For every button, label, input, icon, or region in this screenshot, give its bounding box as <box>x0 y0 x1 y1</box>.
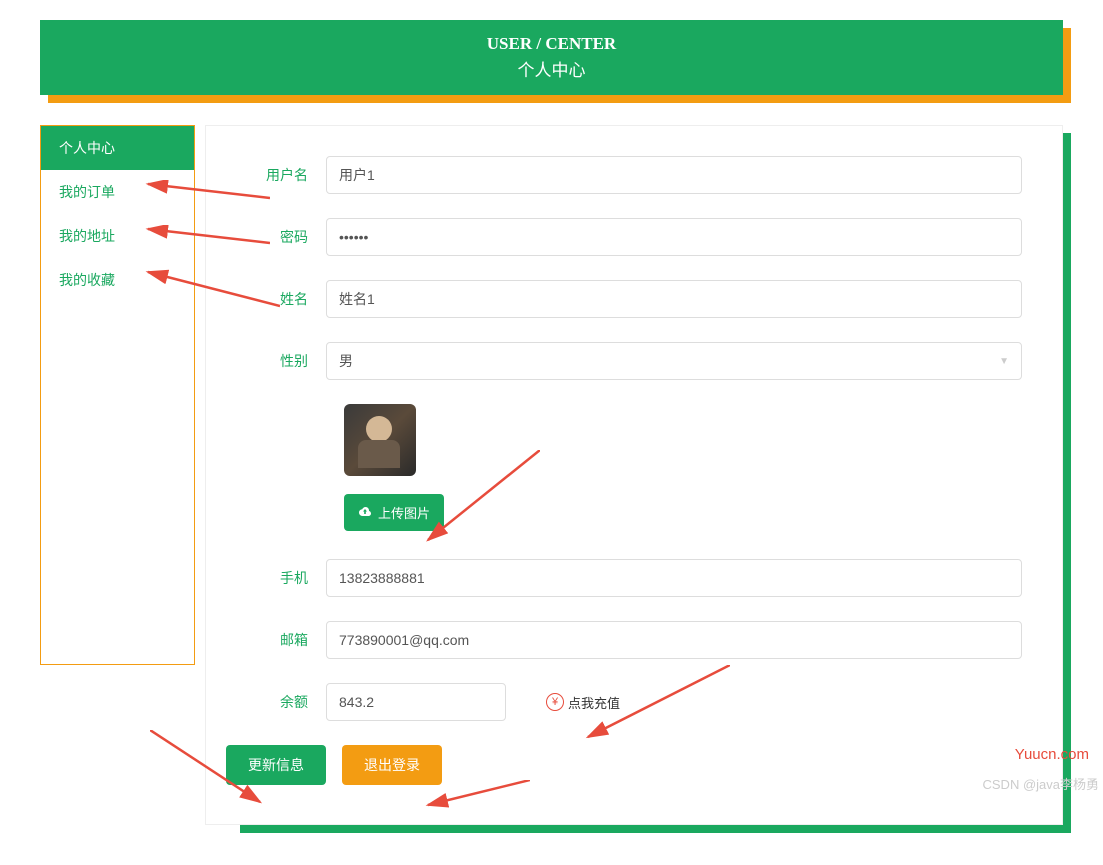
email-input[interactable] <box>326 621 1022 659</box>
phone-input[interactable] <box>326 559 1022 597</box>
sidebar-item-favorites[interactable]: 我的收藏 <box>41 258 194 302</box>
username-label: 用户名 <box>226 165 326 185</box>
avatar-image <box>344 404 416 476</box>
page-header: USER / CENTER 个人中心 <box>40 20 1063 95</box>
chevron-down-icon: ▼ <box>999 356 1009 367</box>
cloud-upload-icon <box>358 505 372 520</box>
gender-value: 男 <box>339 351 353 371</box>
header-title-en: USER / CENTER <box>40 34 1063 54</box>
sidebar-item-orders[interactable]: 我的订单 <box>41 170 194 214</box>
header-title-cn: 个人中心 <box>40 56 1063 81</box>
watermark-csdn: CSDN @java李杨勇 <box>983 774 1100 793</box>
form-panel: 用户名 密码 姓名 性别 男 ▼ <box>205 125 1063 825</box>
upload-button[interactable]: 上传图片 <box>344 494 444 531</box>
balance-input[interactable] <box>326 683 506 721</box>
watermark-site: Yuucn.com <box>1015 746 1089 763</box>
phone-label: 手机 <box>226 568 326 588</box>
logout-button[interactable]: 退出登录 <box>342 745 442 785</box>
recharge-link[interactable]: ¥ 点我充值 <box>546 693 620 712</box>
recharge-label: 点我充值 <box>568 693 620 712</box>
gender-select[interactable]: 男 ▼ <box>326 342 1022 380</box>
sidebar: 个人中心 我的订单 我的地址 我的收藏 <box>40 125 195 665</box>
gender-label: 性别 <box>226 351 326 371</box>
update-button[interactable]: 更新信息 <box>226 745 326 785</box>
name-label: 姓名 <box>226 289 326 309</box>
yen-icon: ¥ <box>546 693 564 711</box>
password-label: 密码 <box>226 227 326 247</box>
balance-label: 余额 <box>226 692 326 712</box>
name-input[interactable] <box>326 280 1022 318</box>
sidebar-item-address[interactable]: 我的地址 <box>41 214 194 258</box>
sidebar-item-profile[interactable]: 个人中心 <box>41 126 194 170</box>
upload-label: 上传图片 <box>378 503 430 522</box>
email-label: 邮箱 <box>226 630 326 650</box>
password-input[interactable] <box>326 218 1022 256</box>
username-input[interactable] <box>326 156 1022 194</box>
